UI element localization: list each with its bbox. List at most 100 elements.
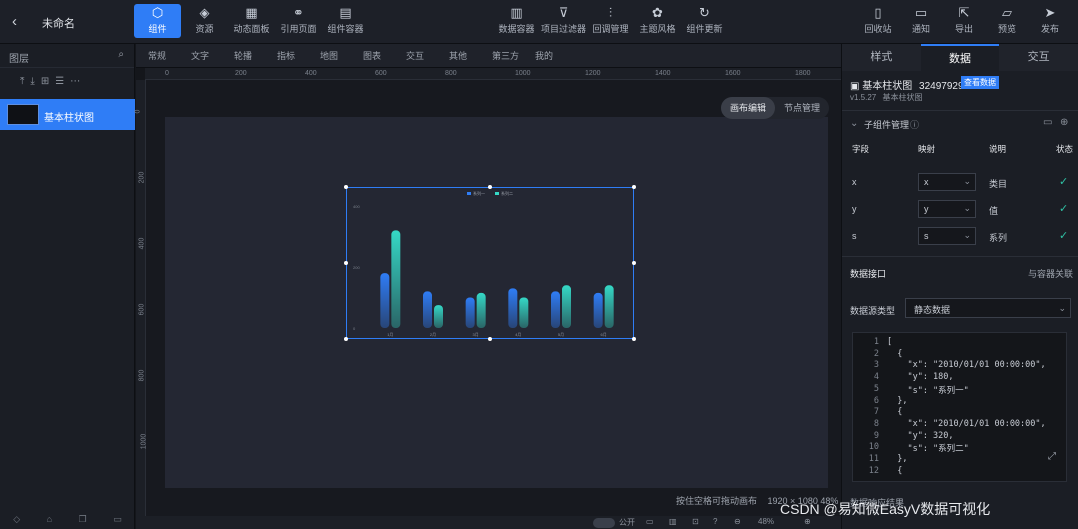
tab-1[interactable]: 数据 xyxy=(920,44,1000,71)
data-api-section: 数据接口 与容器关联 xyxy=(842,256,1078,290)
category-tab[interactable]: 指标 xyxy=(277,44,320,67)
category-tab[interactable]: 地图 xyxy=(320,44,363,67)
zoom-level[interactable]: 48% xyxy=(758,517,774,526)
tab-0[interactable]: 样式 xyxy=(842,44,921,71)
category-tab[interactable]: 交互 xyxy=(406,44,449,67)
code-line-text: }, xyxy=(887,454,908,464)
toolbar-button-filter[interactable]: ⊽ 项目过滤器 xyxy=(540,4,587,38)
data-link-button[interactable]: 与容器关联 xyxy=(1028,267,1073,280)
lightbulb-icon[interactable]: ◇ xyxy=(13,514,20,525)
copy-icon[interactable]: ❐ xyxy=(79,514,87,525)
x-tick-label: 5月 xyxy=(558,332,564,337)
toolbar-button-label: 项目过滤器 xyxy=(540,24,586,34)
resize-handle[interactable] xyxy=(632,185,636,189)
field-name: s xyxy=(852,231,857,241)
resize-handle[interactable] xyxy=(632,261,636,265)
ruler-tick: 1800 xyxy=(795,70,811,77)
toolbar-button-label: 回调管理 xyxy=(592,24,629,34)
category-tab[interactable]: 文字 xyxy=(191,44,234,67)
align-icon[interactable]: ☰ xyxy=(55,76,64,88)
code-line-text: { xyxy=(887,465,903,476)
tab-2[interactable]: 交互 xyxy=(999,44,1078,71)
chevron-down-icon: ⌄ xyxy=(1058,303,1066,313)
toolbar-button-label: 主题风格 xyxy=(639,24,676,34)
field-map-select[interactable]: y ⌄ xyxy=(918,200,976,218)
toolbar-button-layers[interactable]: ◈ 资源 xyxy=(181,4,228,38)
resize-handle[interactable] xyxy=(344,185,348,189)
category-tab[interactable]: 我的 xyxy=(535,44,578,67)
move-bottom-icon[interactable]: ⤓ xyxy=(30,76,34,88)
bar-系列二-3月 xyxy=(476,292,486,328)
field-map-select[interactable]: x ⌄ xyxy=(918,173,976,191)
add-icon[interactable]: ⊕ xyxy=(1060,117,1068,128)
layout-icon[interactable]: ▥ xyxy=(669,517,677,526)
layers-icon: ◈ xyxy=(199,5,210,20)
resize-handle[interactable] xyxy=(488,337,492,341)
lock-icon[interactable]: ⌂ xyxy=(47,514,52,525)
category-tab[interactable]: 轮播 xyxy=(234,44,277,67)
code-line-text: "x": "2010/01/01 00:00:00", xyxy=(887,360,1046,371)
data-source-select[interactable]: 静态数据 ⌄ xyxy=(905,298,1071,318)
layer-item-bar-chart[interactable]: 基本柱状图 xyxy=(0,99,135,130)
toolbar-button-export[interactable]: ⇱ 导出 xyxy=(944,4,984,38)
folder-icon[interactable]: ▭ xyxy=(1043,117,1052,128)
sliders-icon: ⫶ xyxy=(608,5,613,20)
toolbar-button-panel[interactable]: ▦ 动态面板 xyxy=(228,4,275,38)
move-top-icon[interactable]: ⤒ xyxy=(20,76,24,88)
zoom-out-icon[interactable]: ⊖ xyxy=(734,517,741,526)
resize-handle[interactable] xyxy=(344,337,348,341)
field-name: x xyxy=(852,177,857,187)
help-icon[interactable]: ⓘ xyxy=(910,118,919,131)
group-icon[interactable]: ⊞ xyxy=(41,76,49,88)
toolbar-button-preview[interactable]: ▱ 预览 xyxy=(987,4,1027,38)
monitor-icon[interactable]: ▭ xyxy=(646,517,654,526)
back-arrow-icon[interactable]: ‹ xyxy=(12,13,17,30)
json-code-editor[interactable]: 1 [2 {3 "x": "2010/01/01 00:00:00", 4 "y":… xyxy=(852,332,1067,482)
view-data-badge[interactable]: 查看数据 xyxy=(961,76,999,89)
search-icon[interactable]: ⌕ xyxy=(118,49,124,60)
toolbar-button-hexagon[interactable]: ⬡ 组件 xyxy=(134,4,181,38)
toolbar-button-label: 组件容器 xyxy=(327,24,364,34)
code-line-number: 3 xyxy=(873,360,879,371)
ruler-tick: 1600 xyxy=(725,70,741,77)
bar-系列一-6月 xyxy=(593,292,603,328)
delete-icon[interactable]: ▭ xyxy=(113,514,122,525)
toolbar-button-refresh[interactable]: ↻ 组件更新 xyxy=(681,4,728,38)
ruler-tick: 200 xyxy=(235,70,247,77)
toolbar-button-sliders[interactable]: ⫶ 回调管理 xyxy=(587,4,634,38)
category-tab[interactable]: 图表 xyxy=(363,44,406,67)
collapse-icon[interactable]: ⌄ xyxy=(850,118,858,129)
category-tab[interactable]: 第三方 xyxy=(492,44,535,67)
canvas-edit-tab[interactable]: 画布编辑 xyxy=(720,97,775,119)
field-desc: 系列 xyxy=(989,233,1008,243)
help-icon[interactable]: ? xyxy=(713,517,717,526)
public-toggle[interactable] xyxy=(593,518,615,528)
toolbar-button-label: 组件 xyxy=(148,24,167,34)
fit-icon[interactable]: ⊡ xyxy=(692,517,699,526)
resize-handle[interactable] xyxy=(488,185,492,189)
category-tab[interactable]: 常规 xyxy=(148,44,191,67)
toolbar-button-message[interactable]: ▭ 通知 xyxy=(901,4,941,38)
code-line-number: 11 xyxy=(868,454,879,464)
toolbar-button-container[interactable]: ▤ 组件容器 xyxy=(322,4,369,38)
bar-系列二-2月 xyxy=(434,305,443,328)
toolbar-button-trash[interactable]: ▯ 回收站 xyxy=(858,4,898,38)
bar-系列二-4月 xyxy=(519,297,529,328)
toolbar-button-palette[interactable]: ✿ 主题风格 xyxy=(634,4,681,38)
toolbar-button-label: 数据容器 xyxy=(498,24,535,34)
toolbar-button-link[interactable]: ⚭ 引用页面 xyxy=(275,4,322,38)
field-map-select[interactable]: s ⌄ xyxy=(918,227,976,245)
bar-chart-component[interactable]: 1月 2月 3月 4月 5月 6月 系列一 系列二 0 200 400 xyxy=(344,185,636,341)
layer-panel: 图层 ⌕ ⤒ ⤓ ⊞ ☰ ⋯ 基本柱状图 ◇ ⌂ ❐ ▭ xyxy=(0,44,135,529)
expand-icon[interactable]: ⤢ xyxy=(1048,451,1056,462)
resize-handle[interactable] xyxy=(344,261,348,265)
code-line-number: 1 xyxy=(873,337,879,347)
container-icon: ▤ xyxy=(339,5,352,20)
more-icon[interactable]: ⋯ xyxy=(70,76,80,88)
resize-handle[interactable] xyxy=(632,337,636,341)
toolbar-button-send[interactable]: ➤ 发布 xyxy=(1030,4,1070,38)
toolbar-button-bar-chart[interactable]: ▥ 数据容器 xyxy=(493,4,540,38)
category-tab[interactable]: 其他 xyxy=(449,44,492,67)
project-name[interactable]: 未命名 xyxy=(42,15,75,31)
node-manage-tab[interactable]: 节点管理 xyxy=(775,97,829,119)
